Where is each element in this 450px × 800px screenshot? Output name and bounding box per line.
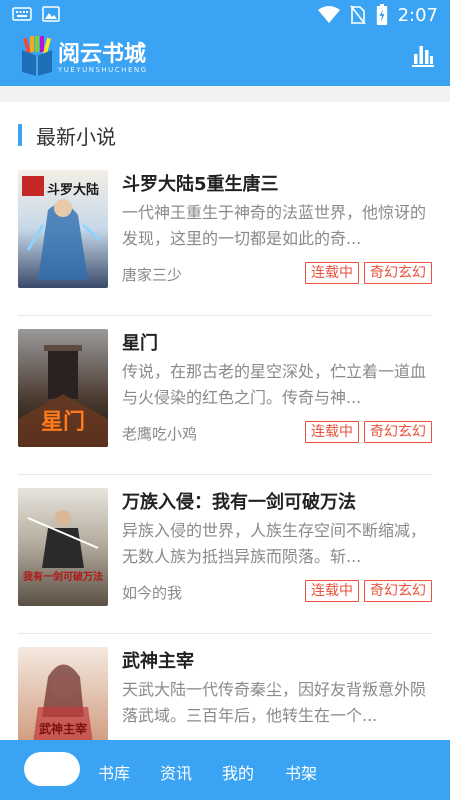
keyboard-icon xyxy=(12,7,32,21)
nav-item-library[interactable]: 书库 xyxy=(98,760,130,784)
book-author: 老鹰吃小鸡 xyxy=(122,425,198,443)
battery-icon xyxy=(376,4,387,25)
status-bar: 2:07 xyxy=(0,0,450,30)
cover-title: 我有一剑可破万法 xyxy=(23,570,103,583)
status-tag: 连载中 xyxy=(305,421,359,443)
app-title: 阅云书城 xyxy=(58,41,147,67)
book-title[interactable]: 万族入侵：我有一剑可破万法 xyxy=(122,488,356,514)
book-title[interactable]: 斗罗大陆5重生唐三 xyxy=(122,170,279,196)
book-description: 异族入侵的世界，人族生存空间不断缩减，无数人族为抵挡异族而陨落。斩... xyxy=(122,521,427,566)
bar-chart-icon[interactable] xyxy=(412,44,434,68)
no-sim-icon xyxy=(349,5,366,25)
book-author: 唐家三少 xyxy=(122,266,183,284)
section-accent-bar xyxy=(18,124,22,146)
book-list-item[interactable]: 我有一剑可破万法 万族入侵：我有一剑可破万法 异族入侵的世界，人族生存空间不断缩… xyxy=(18,476,432,634)
nav-home-button[interactable] xyxy=(24,752,80,786)
book-title[interactable]: 星门 xyxy=(122,329,158,355)
status-time: 2:07 xyxy=(397,4,438,26)
book-author: 如今的我 xyxy=(122,584,183,602)
cover-title: 斗罗大陆 xyxy=(47,182,99,198)
section-title: 最新小说 xyxy=(36,124,116,149)
book-cover[interactable]: 我有一剑可破万法 xyxy=(18,488,108,606)
book-description: 天武大陆一代传奇秦尘，因好友背叛意外陨落武域。三百年后，他转生在一个... xyxy=(122,680,427,725)
book-list-item[interactable]: 星门 星门 传说，在那古老的星空深处，伫立着一道血与火侵染的红色之门。传奇与神.… xyxy=(18,317,432,475)
book-cover[interactable]: 斗罗大陆 xyxy=(18,170,108,288)
wifi-icon xyxy=(317,6,340,23)
status-tag: 连载中 xyxy=(305,580,359,602)
status-tag: 连载中 xyxy=(305,262,359,284)
header-divider xyxy=(0,86,450,102)
book-description: 一代神王重生于神奇的法蓝世界，他惊讶的发现，这里的一切都是如此的奇... xyxy=(122,203,427,248)
nav-item-news[interactable]: 资讯 xyxy=(160,760,192,784)
cover-title: 星门 xyxy=(41,409,85,435)
book-list-item[interactable]: 斗罗大陆 斗罗大陆5重生唐三 一代神王重生于神奇的法蓝世界，他惊讶的发现，这里的… xyxy=(18,158,432,316)
book-title[interactable]: 武神主宰 xyxy=(122,647,194,673)
book-cover[interactable]: 星门 xyxy=(18,329,108,447)
genre-tag: 奇幻玄幻 xyxy=(364,262,432,284)
book-logo-icon xyxy=(22,36,52,76)
nav-item-bookshelf[interactable]: 书架 xyxy=(285,760,317,784)
image-icon xyxy=(42,6,60,22)
app-header: 阅云书城 YUEYUNSHUCHENG xyxy=(0,30,450,86)
book-description: 传说，在那古老的星空深处，伫立着一道血与火侵染的红色之门。传奇与神... xyxy=(122,362,427,407)
app-subtitle: YUEYUNSHUCHENG xyxy=(58,66,148,74)
section-header: 最新小说 xyxy=(18,120,116,150)
cover-title: 武神主宰 xyxy=(39,721,87,736)
bottom-nav: 书库 资讯 我的 书架 xyxy=(0,740,450,800)
nav-item-mine[interactable]: 我的 xyxy=(222,760,254,784)
genre-tag: 奇幻玄幻 xyxy=(364,580,432,602)
genre-tag: 奇幻玄幻 xyxy=(364,421,432,443)
